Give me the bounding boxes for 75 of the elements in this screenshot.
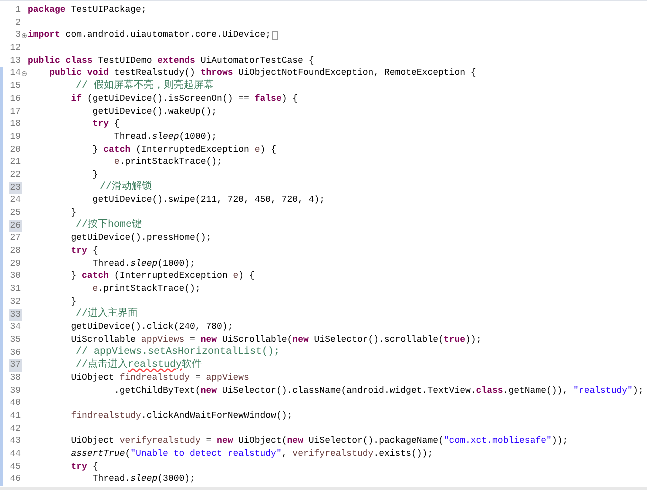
- line-number: 21: [9, 156, 22, 169]
- code-line: Thread.sleep(1000);: [113, 130, 218, 144]
- code-line: findrealstudy.clickAndWaitForNewWindow();: [70, 410, 293, 423]
- code-line: UiObject findrealstudy = appViews: [70, 372, 250, 385]
- line-number: 17: [9, 106, 22, 118]
- code-line: if (getUiDevice().isScreenOn() == false) {: [70, 92, 298, 106]
- code-line: }: [92, 168, 98, 182]
- line-number: 16: [9, 92, 22, 106]
- code-line: package TestUIPackage;: [28, 4, 147, 17]
- line-number: 31: [9, 283, 22, 296]
- line-number: 43: [9, 435, 22, 448]
- code-line: UiObject verifyrealstudy = new UiObject(new UiSelector().packageName("com.xct.mobliesafe"));: [70, 435, 568, 448]
- line-number: 14: [9, 67, 22, 80]
- line-number: 44: [9, 448, 22, 461]
- line-number: 2: [14, 16, 22, 30]
- line-number: 20: [9, 144, 22, 156]
- code-line: public void testRealstudy() throws UiObjectNotFoundException, RemoteException {: [48, 67, 476, 80]
- minus-icon[interactable]: [22, 70, 27, 77]
- code-line: Thread.sleep(1000);: [92, 258, 196, 270]
- line-number: 33: [9, 308, 22, 322]
- line-number: 12: [9, 42, 22, 55]
- line-number: 35: [9, 334, 22, 347]
- line-number: 18: [9, 118, 22, 131]
- code-line: getUiDevice().click(240, 780);: [70, 321, 234, 334]
- code-line: try {: [70, 460, 98, 474]
- code-line: }: [70, 207, 77, 220]
- code-line: // 假如屏幕不亮，则亮起屏幕: [75, 80, 214, 94]
- folded-code-icon[interactable]: [272, 31, 278, 40]
- line-number: 26: [9, 220, 22, 232]
- code-line: } catch (InterruptedException e) {: [70, 270, 255, 284]
- code-line: //点击进入realstudy软件: [75, 358, 202, 372]
- code-line: // appViews.setAsHorizontalList();: [75, 346, 280, 358]
- line-number: 13: [9, 54, 22, 68]
- code-line: import com.android.uiautomator.core.UiDevice;: [28, 29, 272, 42]
- plus-icon[interactable]: [22, 32, 27, 39]
- line-number: 42: [9, 422, 22, 436]
- code-line: Thread.sleep(3000);: [92, 473, 196, 486]
- code-line: .getChildByText(new UiSelector().className(android.widget.TextView.class.getName()), "realstudy");: [113, 384, 644, 398]
- line-number: 41: [9, 410, 22, 423]
- code-line: e.printStackTrace();: [92, 283, 201, 296]
- line-number: 30: [9, 270, 22, 284]
- line-number: 40: [9, 397, 22, 410]
- code-line: UiScrollable appViews = new UiScrollable(new UiSelector().scrollable(true));: [70, 334, 482, 346]
- line-number: 37: [9, 359, 22, 372]
- code-line: assertTrue("Unable to detect realstudy", verifyrealstudy.exists());: [70, 448, 434, 461]
- line-number: 45: [9, 460, 22, 474]
- line-number: 38: [9, 372, 22, 385]
- line-number: 34: [9, 321, 22, 334]
- line-number: 1: [14, 4, 22, 17]
- code-line: //按下home键: [75, 219, 142, 233]
- code-line: //滑动解锁: [99, 181, 152, 195]
- line-number: 22: [9, 168, 22, 182]
- code-line: e.printStackTrace();: [113, 156, 222, 169]
- code-line: getUiDevice().swipe(211, 720, 450, 720, 4);: [92, 194, 326, 208]
- code-line: } catch (InterruptedException e) {: [92, 144, 276, 156]
- line-number: 27: [9, 232, 22, 246]
- code-line: getUiDevice().wakeUp();: [92, 106, 218, 118]
- line-number: 36: [9, 346, 22, 360]
- line-number: 28: [9, 245, 22, 258]
- line-number: 39: [9, 384, 22, 398]
- code-line: //进入主界面: [75, 308, 138, 322]
- line-number: 24: [9, 194, 22, 207]
- code-line: try {: [70, 245, 98, 258]
- line-number: 15: [9, 80, 22, 93]
- line-number: 25: [9, 207, 22, 220]
- code-line: public class TestUIDemo extends UiAutomatorTestCase {: [28, 54, 314, 68]
- line-number: 23: [9, 182, 22, 194]
- line-number: 29: [9, 258, 22, 270]
- code-line: }: [70, 296, 77, 308]
- line-number: 3: [14, 29, 22, 42]
- code-line: try {: [92, 118, 120, 131]
- line-number: 32: [9, 296, 22, 308]
- line-number: 19: [9, 130, 22, 144]
- line-number: 46: [9, 473, 22, 486]
- code-line: getUiDevice().pressHome();: [70, 232, 212, 246]
